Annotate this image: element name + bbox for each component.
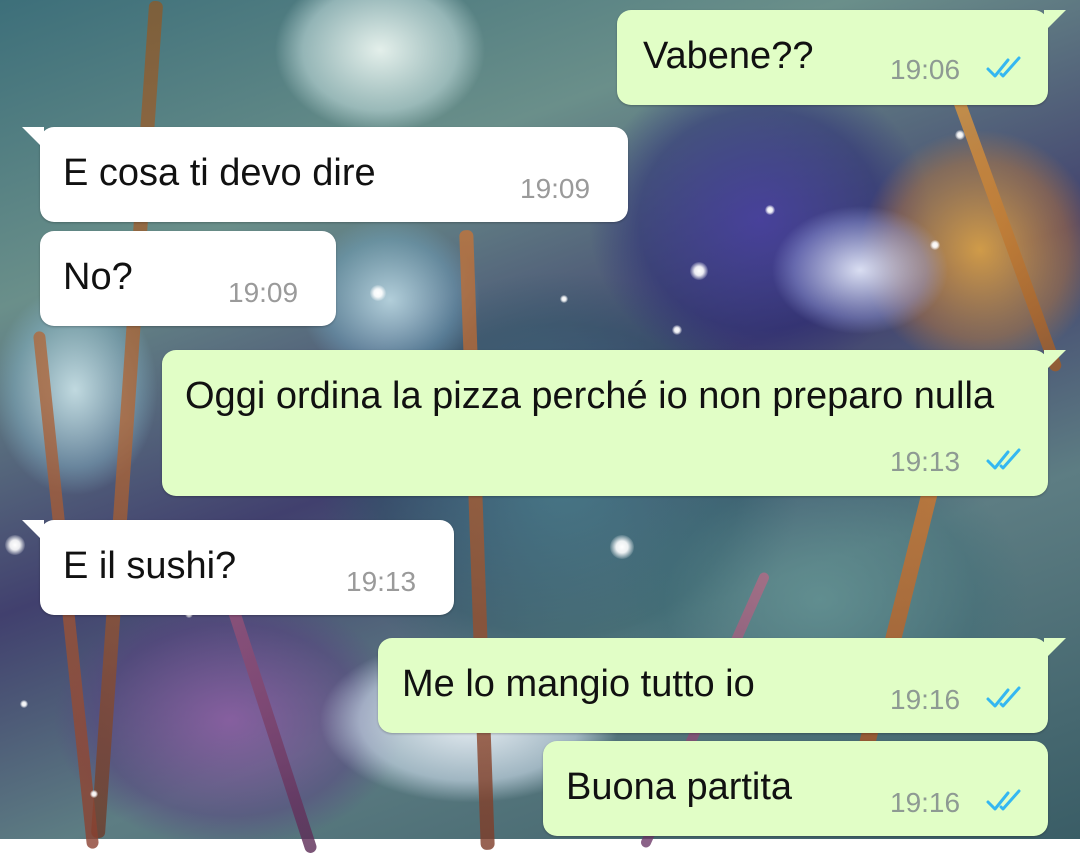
- message-timestamp: 19:13: [890, 446, 961, 477]
- wallpaper-sparkle: [765, 205, 775, 215]
- bubble-tail: [1044, 10, 1066, 32]
- message-timestamp: 19:06: [890, 54, 961, 85]
- message-timestamp: 19:09: [228, 277, 299, 308]
- message-timestamp: 19:16: [890, 787, 961, 818]
- wallpaper-stem: [459, 229, 495, 851]
- message-bubble-incoming[interactable]: No? 19:09: [40, 231, 336, 326]
- message-bubble-outgoing[interactable]: Vabene?? 19:06: [617, 10, 1066, 105]
- message-bubble-outgoing[interactable]: Buona partita 19:16: [543, 741, 1048, 836]
- message-text: E il sushi?: [63, 545, 237, 587]
- wallpaper-sparkle: [672, 325, 682, 335]
- message-timestamp: 19:09: [520, 173, 591, 204]
- message-timestamp: 19:13: [346, 566, 417, 597]
- double-check-icon: [986, 448, 1021, 470]
- wallpaper-sparkle: [370, 285, 386, 301]
- message-text: Vabene??: [643, 35, 814, 77]
- wallpaper-sparkle: [690, 262, 708, 280]
- double-check-icon: [986, 56, 1021, 78]
- wallpaper-sparkle: [20, 700, 28, 708]
- message-timestamp: 19:16: [890, 684, 961, 715]
- double-check-icon: [986, 789, 1021, 811]
- message-bubble-outgoing[interactable]: Me lo mangio tutto io 19:16: [378, 638, 1066, 733]
- message-text: Me lo mangio tutto io: [402, 663, 755, 705]
- message-bubble-incoming[interactable]: E il sushi? 19:13: [22, 520, 454, 615]
- message-text: No?: [63, 256, 133, 298]
- bubble-tail: [1044, 350, 1066, 372]
- wallpaper-stem: [949, 86, 1063, 374]
- wallpaper-sparkle: [560, 295, 568, 303]
- bubble-tail: [22, 127, 44, 149]
- double-check-icon: [986, 686, 1021, 708]
- wallpaper-sparkle: [610, 535, 634, 559]
- message-text: Buona partita: [566, 766, 793, 808]
- message-text: E cosa ti devo dire: [63, 152, 376, 194]
- wallpaper-sparkle: [90, 790, 98, 798]
- message-bubble-incoming[interactable]: E cosa ti devo dire 19:09: [22, 127, 628, 222]
- wallpaper-sparkle: [930, 240, 940, 250]
- message-bubble-outgoing[interactable]: Oggi ordina la pizza perché io non prepa…: [162, 350, 1066, 496]
- wallpaper-sparkle: [955, 130, 965, 140]
- bubble-tail: [1044, 638, 1066, 660]
- message-text: Oggi ordina la pizza perché io non prepa…: [185, 375, 995, 417]
- bubble-tail: [22, 520, 44, 542]
